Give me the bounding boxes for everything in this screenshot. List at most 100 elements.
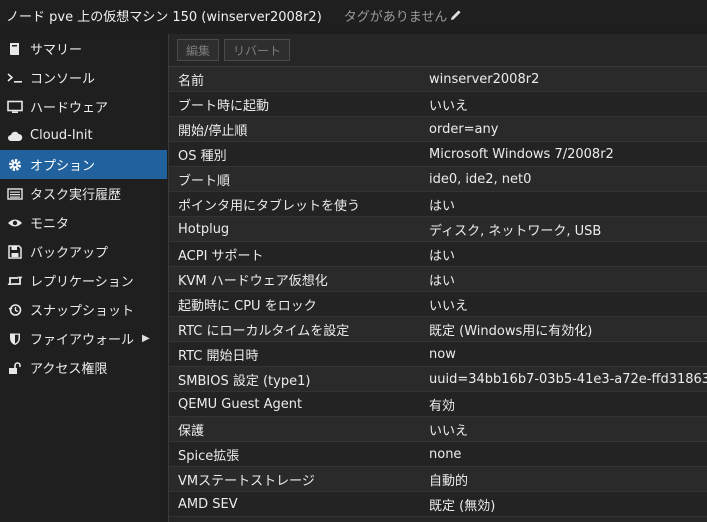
book-icon bbox=[7, 41, 23, 57]
unlock-icon bbox=[7, 360, 23, 376]
page-header: ノード pve 上の仮想マシン 150 (winserver2008r2) タグ… bbox=[0, 0, 707, 30]
sidebar-item-label: バックアップ bbox=[30, 246, 109, 261]
option-value: はい bbox=[429, 273, 456, 289]
option-key: AMD SEV bbox=[178, 496, 238, 512]
table-row[interactable]: RTC にローカルタイムを設定 既定 (Windows用に有効化) bbox=[169, 317, 707, 342]
table-row[interactable]: Hotplug ディスク, ネットワーク, USB bbox=[169, 217, 707, 242]
table-row[interactable]: AMD SEV 既定 (無効) bbox=[169, 492, 707, 517]
option-key: ブート時に起動 bbox=[178, 98, 270, 114]
option-value: 自動的 bbox=[429, 473, 469, 489]
sidebar-item-label: レプリケーション bbox=[30, 275, 134, 290]
table-row[interactable]: ポインタ用にタブレットを使う はい bbox=[169, 192, 707, 217]
option-value: Microsoft Windows 7/2008r2 bbox=[429, 146, 614, 162]
sidebar: サマリー コンソール ハードウェア Cloud-Init オプション タスク実行… bbox=[0, 34, 167, 522]
options-table: 名前 winserver2008r2 ブート時に起動 いいえ 開始/停止順 order=a… bbox=[169, 67, 707, 517]
option-key: SMBIOS 設定 (type1) bbox=[178, 373, 311, 389]
option-key: 保護 bbox=[178, 423, 205, 439]
table-row[interactable]: SMBIOS 設定 (type1) uuid=34bb16b7-03b5-41e3… bbox=[169, 367, 707, 392]
option-value: いいえ bbox=[429, 298, 469, 314]
sidebar-item-replication[interactable]: レプリケーション bbox=[0, 266, 167, 295]
table-row[interactable]: 名前 winserver2008r2 bbox=[169, 67, 707, 92]
table-row[interactable]: 開始/停止順 order=any bbox=[169, 117, 707, 142]
option-key: Hotplug bbox=[178, 221, 230, 237]
sidebar-item-hardware[interactable]: ハードウェア bbox=[0, 92, 167, 121]
monitor-icon bbox=[7, 99, 23, 115]
option-key: OS 種別 bbox=[178, 148, 227, 164]
eye-icon bbox=[7, 215, 23, 231]
terminal-icon bbox=[7, 70, 23, 86]
gear-icon bbox=[7, 157, 23, 173]
sidebar-item-label: アクセス権限 bbox=[30, 362, 108, 377]
table-row[interactable]: RTC 開始日時 now bbox=[169, 342, 707, 367]
table-row[interactable]: Spice拡張 none bbox=[169, 442, 707, 467]
table-row[interactable]: ブート時に起動 いいえ bbox=[169, 92, 707, 117]
option-key: Spice拡張 bbox=[178, 448, 240, 464]
toolbar: 編集 リバート bbox=[169, 34, 707, 67]
sidebar-item-label: コンソール bbox=[30, 72, 96, 87]
revert-button[interactable]: リバート bbox=[224, 39, 291, 61]
sidebar-item-label: タスク実行履歴 bbox=[30, 188, 122, 203]
tags-label: タグがありません bbox=[343, 9, 448, 25]
sidebar-item-snapshot[interactable]: スナップショット bbox=[0, 295, 167, 324]
table-row[interactable]: 保護 いいえ bbox=[169, 417, 707, 442]
pencil-icon[interactable] bbox=[450, 9, 462, 21]
option-key: 名前 bbox=[178, 73, 205, 89]
tags-area[interactable]: タグがありません bbox=[344, 6, 463, 25]
sidebar-item-task-history[interactable]: タスク実行履歴 bbox=[0, 179, 167, 208]
sidebar-item-summary[interactable]: サマリー bbox=[0, 34, 167, 63]
option-key: RTC 開始日時 bbox=[178, 348, 259, 364]
sidebar-item-console[interactable]: コンソール bbox=[0, 63, 167, 92]
option-value: ide0, ide2, net0 bbox=[429, 171, 532, 187]
sidebar-item-label: スナップショット bbox=[30, 304, 135, 319]
edit-button[interactable]: 編集 bbox=[177, 39, 220, 61]
option-key: RTC にローカルタイムを設定 bbox=[178, 323, 350, 339]
retweet-icon bbox=[7, 273, 23, 289]
option-value: いいえ bbox=[429, 98, 469, 114]
option-key: KVM ハードウェア仮想化 bbox=[178, 273, 328, 289]
sidebar-item-options[interactable]: オプション bbox=[0, 150, 167, 179]
sidebar-item-cloud-init[interactable]: Cloud-Init bbox=[0, 121, 167, 150]
sidebar-item-label: Cloud-Init bbox=[30, 128, 93, 143]
sidebar-item-monitor[interactable]: モニタ bbox=[0, 208, 167, 237]
option-value: order=any bbox=[429, 121, 499, 137]
options-panel: 編集 リバート 名前 winserver2008r2 ブート時に起動 いいえ 開始/停止… bbox=[168, 34, 707, 522]
option-key: ACPI サポート bbox=[178, 248, 264, 264]
sidebar-item-permissions[interactable]: アクセス権限 bbox=[0, 353, 167, 382]
table-row[interactable]: 起動時に CPU をロック いいえ bbox=[169, 292, 707, 317]
option-key: 開始/停止順 bbox=[178, 123, 248, 139]
option-value: winserver2008r2 bbox=[429, 71, 540, 87]
option-value: はい bbox=[429, 198, 456, 214]
history-icon bbox=[7, 302, 23, 318]
shield-icon bbox=[7, 331, 23, 347]
option-value: 既定 (Windows用に有効化) bbox=[429, 323, 593, 339]
option-value: 既定 (無効) bbox=[429, 498, 496, 514]
chevron-right-icon[interactable]: ▶ bbox=[142, 333, 150, 344]
option-key: QEMU Guest Agent bbox=[178, 396, 303, 412]
sidebar-item-label: サマリー bbox=[30, 43, 83, 58]
page-title: ノード pve 上の仮想マシン 150 (winserver2008r2) bbox=[6, 9, 322, 25]
table-row[interactable]: OS 種別 Microsoft Windows 7/2008r2 bbox=[169, 142, 707, 167]
sidebar-item-label: オプション bbox=[30, 159, 96, 174]
option-value: now bbox=[429, 346, 456, 362]
option-value: ディスク, ネットワーク, USB bbox=[429, 223, 602, 239]
table-row[interactable]: QEMU Guest Agent 有効 bbox=[169, 392, 707, 417]
table-row[interactable]: KVM ハードウェア仮想化 はい bbox=[169, 267, 707, 292]
option-value: はい bbox=[429, 248, 456, 264]
sidebar-item-firewall[interactable]: ファイアウォール ▶ bbox=[0, 324, 167, 353]
cloud-icon bbox=[7, 128, 23, 144]
option-value: uuid=34bb16b7-03b5-41e3-a72e-ffd31863da2… bbox=[429, 371, 707, 387]
sidebar-item-label: ファイアウォール bbox=[30, 333, 135, 348]
table-row[interactable]: VMステートストレージ 自動的 bbox=[169, 467, 707, 492]
table-row[interactable]: ACPI サポート はい bbox=[169, 242, 707, 267]
sidebar-item-label: モニタ bbox=[30, 217, 70, 232]
option-key: VMステートストレージ bbox=[178, 473, 315, 489]
option-key: 起動時に CPU をロック bbox=[178, 298, 317, 314]
option-key: ポインタ用にタブレットを使う bbox=[178, 198, 361, 214]
option-value: none bbox=[429, 446, 462, 462]
table-row[interactable]: ブート順 ide0, ide2, net0 bbox=[169, 167, 707, 192]
list-icon bbox=[7, 186, 23, 202]
sidebar-item-label: ハードウェア bbox=[30, 101, 109, 116]
sidebar-item-backup[interactable]: バックアップ bbox=[0, 237, 167, 266]
floppy-icon bbox=[7, 244, 23, 260]
option-value: 有効 bbox=[429, 398, 456, 414]
